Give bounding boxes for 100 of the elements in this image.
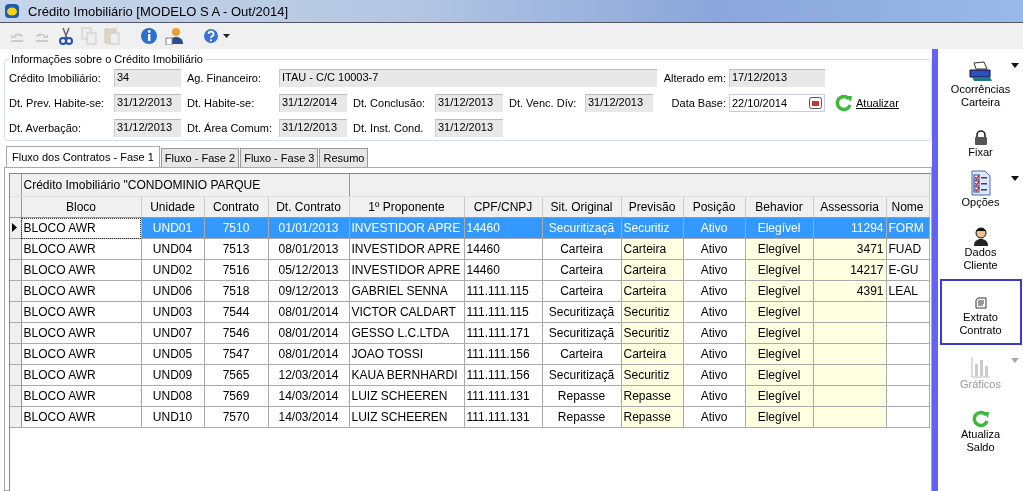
table-cell: 09/12/2013 [278,284,339,298]
table-cell: 111.111.115 [466,305,529,319]
readonly-field: 31/12/2013 [114,93,181,112]
table-cell: GABRIEL SENNA [351,284,448,298]
table-cell: Repasse [557,410,606,424]
table-cell: Ativo [700,410,728,424]
table-cell: Securitiz [623,368,670,382]
table-cell: UND10 [152,410,193,424]
refresh-icon [971,410,990,428]
printer-icon [967,61,994,83]
table-cell: BLOCO AWR [23,410,96,424]
field-label: Dt. Venc. Dív: [509,96,578,109]
table-cell: Securitizaçã [548,221,615,235]
refresh-button[interactable]: Atualizar [835,93,899,112]
table-cell: INVESTIDOR APRE [351,221,461,235]
cut-button[interactable] [56,26,76,46]
row-pointer-icon [12,223,17,232]
table-cell: BLOCO AWR [23,347,96,361]
sidebar-button[interactable]: Dados Cliente [939,216,1022,276]
date-field[interactable]: 22/10/2014 [729,93,825,112]
table-cell: 7544 [222,305,250,319]
tab[interactable]: Fluxo - Fase 2 [160,148,240,167]
sidebar-button[interactable]: Extrato Contrato [939,279,1022,345]
table-cell: Repasse [557,389,606,403]
table-cell: BLOCO AWR [23,305,96,319]
tab[interactable]: Fluxo - Fase 3 [240,148,319,167]
table-cell: 111.111.131 [466,410,530,424]
table-cell: 7569 [222,389,250,403]
field-label: Dt. Prev. Habite-se: [9,96,106,109]
sidebar-button[interactable]: Fixar [939,116,1022,163]
app-icon [4,3,20,19]
group-title: Informações sobre o Crédito Imobiliário [10,53,204,65]
group-header: Crédito Imobiliário "CONDOMINIO PARQUE [21,174,349,197]
table-cell: Repasse [623,389,671,403]
table-cell: 08/01/2014 [278,326,339,340]
table-cell: Elegível [757,221,801,235]
tab[interactable]: Fluxo dos Contratos - Fase 1 [6,146,160,167]
table-cell: Carteira [623,347,667,361]
user-button[interactable] [163,26,185,46]
calendar-icon[interactable] [809,96,822,109]
table-cell: Carteira [560,242,603,256]
table-cell: 08/01/2014 [278,305,339,319]
table-cell: Carteira [623,242,667,256]
table-cell: Carteira [623,263,667,277]
table-cell: 3471 [856,242,884,256]
table-cell: 111.111.115 [466,284,529,298]
table-cell: FORM [888,221,924,235]
table-cell: Elegível [757,305,801,319]
info-button[interactable] [138,26,160,46]
table-cell: UND08 [152,389,193,403]
table-cell: 111.111.131 [466,389,530,403]
field-label: Dt. Conclusão: [353,96,427,109]
table-cell: BLOCO AWR [23,326,96,340]
table-cell: Carteira [623,284,667,298]
table-cell: 111.111.156 [466,368,530,382]
table-cell: 08/01/2013 [278,242,339,256]
user-icon [165,27,183,45]
table-cell: JOAO TOSSI [351,347,424,361]
help-button[interactable] [201,27,232,45]
table-cell: Elegível [757,284,801,298]
table-cell: Ativo [700,368,728,382]
readonly-field: 31/12/2013 [435,93,503,112]
table-cell: UND03 [152,305,193,319]
person-icon [971,226,990,246]
caret-icon [223,34,230,38]
caret-icon [1010,358,1019,363]
sidebar-button[interactable]: Atualiza Saldo [939,398,1022,458]
tab[interactable]: Resumo [319,148,369,167]
table-cell: 111.111.156 [466,347,530,361]
table-cell: 7546 [222,326,250,340]
table-cell: Ativo [700,326,728,340]
refresh-icon [835,93,853,112]
table-cell: BLOCO AWR [23,242,96,256]
table-cell: BLOCO AWR [23,221,96,235]
readonly-field: 31/12/2013 [114,118,181,137]
table-cell: 7518 [222,284,250,298]
lock-icon [973,130,988,146]
table-cell: 12/03/2014 [278,368,339,382]
table-cell: Ativo [700,221,728,235]
table-cell: UND07 [152,326,193,340]
table-cell: 14/03/2014 [278,389,339,403]
table-cell: UND09 [152,368,193,382]
bar-chart-icon [970,356,991,378]
table-cell: 7547 [222,347,250,361]
table-cell: 7565 [222,368,250,382]
readonly-field: 31/12/2013 [435,118,503,137]
table-cell: 01/01/2013 [278,221,339,235]
field-label: Dt. Inst. Cond. [353,121,425,134]
table-cell: Ativo [700,347,728,361]
readonly-field: 34 [114,68,181,87]
table-cell: UND04 [152,242,193,256]
table-cell: INVESTIDOR APRE [351,263,461,277]
table-cell: LEAL [888,284,918,298]
readonly-field: ITAU - C/C 10003-7 [279,68,657,87]
table-cell: 4391 [856,284,884,298]
table-cell: Securitizaçã [548,326,615,340]
table-cell: Securitiz [623,305,670,319]
sidebar-button[interactable]: Opções [939,166,1022,213]
sidebar-button[interactable]: Ocorrências Carteira [939,53,1022,113]
table-cell: Carteira [560,263,603,277]
